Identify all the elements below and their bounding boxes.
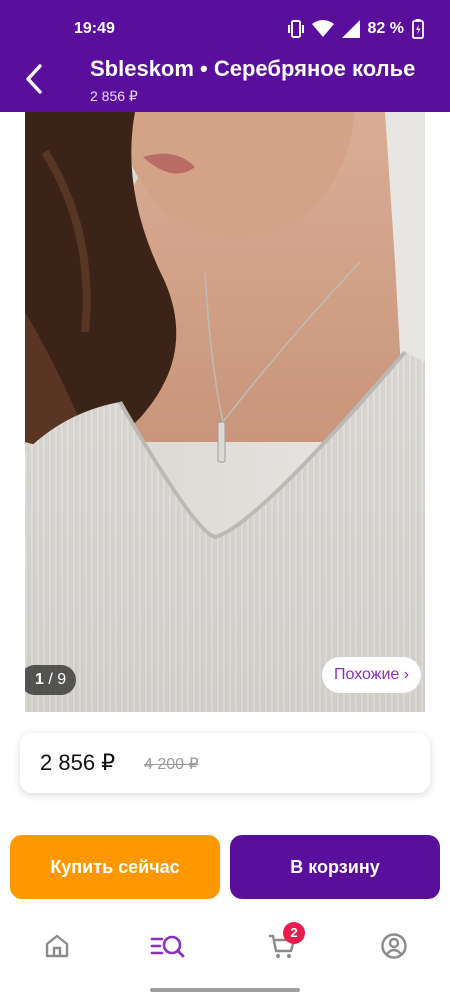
gesture-home-bar[interactable] — [150, 988, 300, 992]
status-icons: 82 % — [287, 19, 424, 39]
buy-now-button[interactable]: Купить сейчас — [10, 835, 220, 899]
current-price: 2 856 ₽ — [40, 750, 116, 775]
back-button[interactable] — [18, 62, 52, 96]
image-counter-separator: / — [48, 671, 53, 688]
vibrate-icon — [287, 20, 304, 38]
nav-catalog[interactable] — [148, 930, 188, 962]
product-photo — [25, 112, 425, 712]
battery-percent: 82 % — [367, 20, 404, 37]
cart-count-badge: 2 — [283, 922, 305, 944]
image-total-count: 9 — [57, 671, 67, 688]
bottom-navigation — [0, 912, 450, 982]
similar-products-button[interactable]: Похожие › — [322, 657, 422, 693]
add-to-cart-button[interactable]: В корзину — [230, 835, 440, 899]
arrow-left-icon — [26, 64, 42, 94]
signal-icon — [341, 20, 360, 38]
old-price: 4 200 ₽ — [144, 756, 199, 773]
profile-icon — [381, 933, 407, 959]
wifi-icon — [311, 20, 334, 37]
status-time: 19:49 — [74, 20, 115, 37]
image-counter: 1 / 9 — [25, 665, 77, 695]
home-icon — [45, 934, 69, 958]
price-card: 2 856 ₽ 4 200 ₽ — [20, 733, 430, 793]
image-current-index: 1 — [35, 671, 44, 688]
catalog-search-icon — [150, 935, 185, 958]
header-price: 2 856 ₽ — [90, 88, 138, 104]
status-bar: 19:49 82 % — [0, 0, 450, 42]
product-image-gallery[interactable]: 1 / 9 Похожие › — [25, 112, 425, 712]
nav-profile[interactable] — [374, 930, 414, 962]
app-header: Sbleskom • Серебряное колье 2 856 ₽ — [0, 42, 450, 112]
page-title: Sbleskom • Серебряное колье — [90, 56, 416, 81]
nav-home[interactable] — [37, 930, 77, 962]
battery-icon — [412, 19, 424, 39]
